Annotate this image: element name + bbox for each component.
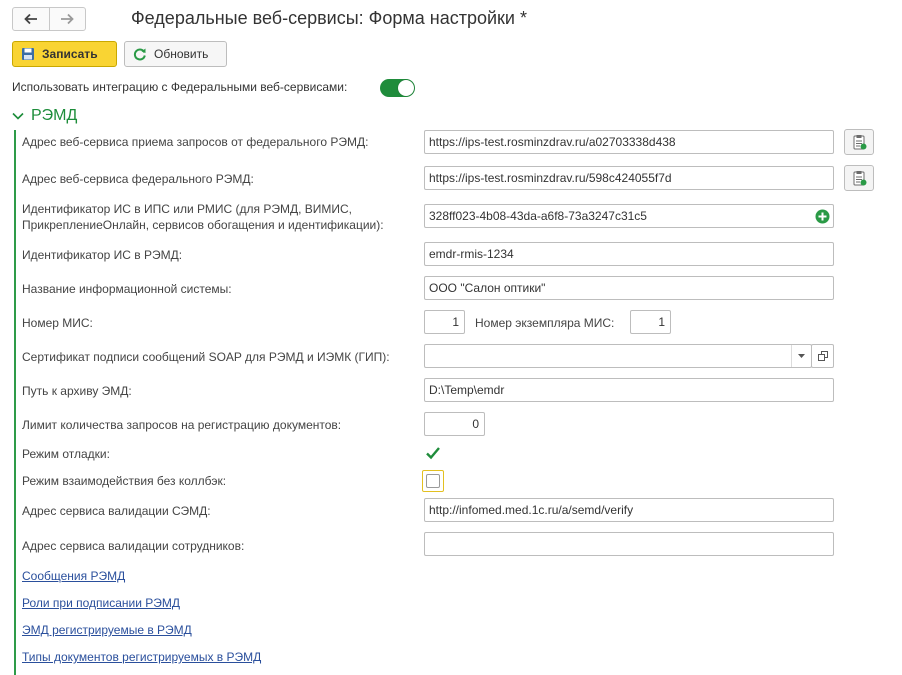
mis-instance-label: Номер экземпляра МИС: (475, 316, 615, 330)
toggle-knob (398, 80, 414, 96)
arrow-left-icon (23, 13, 37, 25)
certificate-select[interactable] (424, 344, 812, 368)
group-border (14, 130, 16, 675)
is-id-ips-label-line2: ПрикреплениеОнлайн, сервисов обогащения … (22, 218, 384, 232)
group-title: РЭМД (31, 107, 78, 124)
staff-validation-input[interactable] (424, 532, 834, 556)
no-callback-label: Режим взаимодействия без коллбэк: (22, 474, 227, 488)
refresh-icon (133, 48, 146, 61)
archive-path-label: Путь к архиву ЭМД: (22, 384, 132, 398)
federal-service-label: Адрес веб-сервиса федерального РЭМД: (22, 172, 254, 186)
certificate-label: Сертификат подписи сообщений SOAP для РЭ… (22, 350, 390, 364)
request-service-input[interactable]: https://ips-test.rosminzdrav.ru/a0270333… (424, 130, 834, 154)
request-limit-label: Лимит количества запросов на регистрацию… (22, 418, 342, 432)
link-registered-emd[interactable]: ЭМД регистрируемые в РЭМД (22, 623, 192, 637)
no-callback-checkbox[interactable] (422, 470, 444, 492)
certificate-open-button[interactable] (811, 344, 834, 368)
semd-validation-label: Адрес сервиса валидации СЭМД: (22, 504, 211, 518)
staff-validation-label: Адрес сервиса валидации сотрудников: (22, 539, 245, 553)
request-limit-input[interactable]: 0 (424, 412, 485, 436)
is-id-remd-label: Идентификатор ИС в РЭМД: (22, 248, 183, 262)
clipboard-icon (853, 135, 867, 150)
clipboard-icon (853, 171, 867, 186)
archive-path-input[interactable]: D:\Temp\emdr (424, 378, 834, 402)
request-service-label: Адрес веб-сервиса приема запросов от фед… (22, 135, 369, 149)
link-remd-messages[interactable]: Сообщения РЭМД (22, 569, 125, 583)
system-name-input[interactable]: ООО "Салон оптики" (424, 276, 834, 300)
page-title: Федеральные веб-сервисы: Форма настройки… (131, 8, 527, 28)
navigation-buttons (12, 7, 86, 31)
group-header-remd[interactable]: РЭМД (12, 107, 77, 125)
back-button[interactable] (13, 8, 49, 30)
arrow-right-icon (61, 13, 75, 25)
is-id-ips-input[interactable]: 328ff023-4b08-43da-a6f8-73a3247c31c5 (424, 204, 834, 228)
is-id-ips-label: Идентификатор ИС в ИПС или РМИС (для РЭМ… (22, 201, 384, 233)
floppy-disk-icon (22, 48, 34, 60)
integration-toggle[interactable] (380, 79, 415, 97)
save-button[interactable]: Записать (12, 41, 117, 67)
chevron-down-icon (12, 112, 24, 120)
forward-button[interactable] (48, 8, 86, 30)
mis-instance-input[interactable]: 1 (630, 310, 671, 334)
debug-mode-label: Режим отладки: (22, 447, 110, 461)
semd-validation-input[interactable]: http://infomed.med.1c.ru/a/semd/verify (424, 498, 834, 522)
plus-circle-icon[interactable] (815, 209, 830, 224)
integration-label: Использовать интеграцию с Федеральными в… (12, 80, 348, 94)
is-id-ips-value: 328ff023-4b08-43da-a6f8-73a3247c31c5 (429, 209, 647, 223)
refresh-button[interactable]: Обновить (124, 41, 227, 67)
save-button-label: Записать (42, 47, 98, 61)
mis-number-label: Номер МИС: (22, 316, 93, 330)
open-window-icon (817, 351, 828, 361)
debug-mode-checkbox[interactable] (425, 445, 441, 461)
no-callback-checkbox-box (426, 474, 440, 488)
system-name-label: Название информационной системы: (22, 282, 232, 296)
link-document-types[interactable]: Типы документов регистрируемых в РЭМД (22, 650, 261, 664)
refresh-button-label: Обновить (154, 47, 209, 61)
federal-service-clipboard-button[interactable] (844, 165, 874, 191)
federal-service-input[interactable]: https://ips-test.rosminzdrav.ru/598c4240… (424, 166, 834, 190)
triangle-down-icon (798, 354, 805, 358)
link-signing-roles[interactable]: Роли при подписании РЭМД (22, 596, 180, 610)
check-icon (426, 447, 440, 460)
is-id-ips-label-line1: Идентификатор ИС в ИПС или РМИС (для РЭМ… (22, 202, 352, 216)
request-service-clipboard-button[interactable] (844, 129, 874, 155)
mis-number-input[interactable]: 1 (424, 310, 465, 334)
certificate-dropdown-button[interactable] (791, 345, 811, 367)
is-id-remd-input[interactable]: emdr-rmis-1234 (424, 242, 834, 266)
